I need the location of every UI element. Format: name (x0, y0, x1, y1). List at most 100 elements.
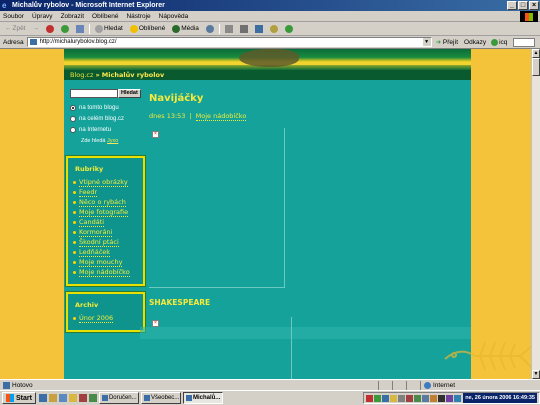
tray-icon[interactable] (438, 394, 446, 402)
post-body: × (149, 128, 285, 288)
minimize-button[interactable]: _ (507, 1, 517, 10)
back-button[interactable]: ← Zpět (3, 25, 28, 32)
tray-icon[interactable] (422, 394, 430, 402)
radio-selected-icon (70, 104, 76, 111)
discuss-icon (269, 24, 278, 33)
category-label: Moje fotografie (79, 207, 129, 217)
tray-icon[interactable] (406, 394, 414, 402)
archive-label: Únor 2006 (79, 313, 114, 323)
messenger-button[interactable] (283, 24, 295, 33)
links-button[interactable]: Odkazy (464, 39, 486, 46)
task-label: Doručen... (108, 395, 137, 401)
tray-icon[interactable] (430, 394, 438, 402)
favorites-button[interactable]: Oblíbené (128, 24, 167, 33)
system-tray: ne, 26 února 2006 16:49:35 (363, 392, 540, 404)
scroll-up-icon[interactable]: ▲ (532, 49, 540, 58)
category-item[interactable]: Škodní ptáci (73, 237, 143, 247)
taskbar-item-browser[interactable]: Michalů... (182, 392, 223, 404)
go-button[interactable]: ➜ Přejít (436, 38, 458, 46)
history-button[interactable] (204, 24, 216, 33)
forward-button[interactable]: → (31, 25, 42, 32)
category-item[interactable]: Vtipné obrázky (73, 177, 143, 187)
tray-icon[interactable] (390, 394, 398, 402)
post-title[interactable]: Navijáčky (149, 93, 203, 104)
category-item[interactable]: Něco o rybách (73, 197, 143, 207)
blog-page: Blog.cz » Michalův rybolov Hledat na tom… (64, 49, 471, 379)
bullet-icon (73, 240, 76, 244)
toolbar: ← Zpět → Hledat Oblíbené Média (0, 22, 540, 36)
media-button[interactable]: Média (170, 24, 201, 33)
outlook-quicklaunch-icon[interactable] (48, 394, 57, 402)
tray-icon[interactable] (454, 394, 462, 402)
search-button[interactable]: Hledat (93, 24, 125, 33)
clock[interactable]: ne, 26 února 2006 16:49:35 (463, 393, 537, 403)
home-button[interactable] (74, 24, 86, 33)
ie-quicklaunch-icon[interactable] (38, 394, 47, 402)
menu-nastroje[interactable]: Nástroje (126, 13, 150, 20)
tray-icon[interactable] (382, 394, 390, 402)
folder-quicklaunch-icon[interactable] (68, 394, 77, 402)
post-category-link[interactable]: Moje nádobíčko (195, 112, 247, 121)
blog-search-input[interactable] (70, 89, 118, 98)
icq-search-field[interactable] (513, 37, 536, 47)
maximize-button[interactable]: □ (518, 1, 528, 10)
refresh-button[interactable] (59, 24, 71, 33)
address-dropdown-icon[interactable]: ▼ (422, 38, 431, 46)
category-item[interactable]: Feedr (73, 187, 143, 197)
stop-button[interactable] (44, 24, 56, 33)
menu-upravy[interactable]: Úpravy (32, 13, 53, 20)
history-icon (205, 24, 214, 33)
taskbar-item-mail[interactable]: Doručen... (98, 392, 139, 404)
edit-button[interactable] (253, 24, 265, 33)
breadcrumb-separator: » (95, 71, 100, 79)
menu-bar: Soubor Úpravy Zobrazit Oblíbené Nástroje… (0, 11, 540, 22)
category-item[interactable]: Kormoráni (73, 227, 143, 237)
page-done-icon (3, 381, 10, 389)
jyxo-link[interactable]: Jyxo (107, 138, 118, 144)
menu-soubor[interactable]: Soubor (3, 13, 24, 20)
tray-icon[interactable] (398, 394, 406, 402)
category-item[interactable]: Ledňáček (73, 247, 143, 257)
mail-button[interactable] (223, 24, 235, 33)
tray-icon[interactable] (366, 394, 374, 402)
tray-icon[interactable] (446, 394, 454, 402)
window-title: Michalův rybolov - Microsoft Internet Ex… (12, 2, 165, 9)
address-url: http://michalurybolov.blog.cz/ (39, 39, 117, 45)
hint-text: Zde hledá (81, 138, 106, 144)
tray-icon[interactable] (374, 394, 382, 402)
radio-label: na tomto blogu (79, 104, 119, 111)
quick-launch (38, 394, 97, 402)
breadcrumb-blog-link[interactable]: Michalův rybolov (102, 71, 164, 79)
category-item[interactable]: Candáti (73, 217, 143, 227)
start-button[interactable]: Start (2, 392, 36, 404)
discuss-button[interactable] (268, 24, 280, 33)
print-button[interactable] (238, 24, 250, 33)
archive-title: Archiv (75, 301, 99, 309)
category-item[interactable]: Moje nádobíčko (73, 267, 143, 277)
menu-zobrazit[interactable]: Zobrazit (61, 13, 84, 20)
fish-skeleton-icon (444, 341, 533, 371)
category-item[interactable]: Moje mouchy (73, 257, 143, 267)
category-item[interactable]: Moje fotografie (73, 207, 143, 217)
taskbar-item-general[interactable]: Všeobec... (140, 392, 181, 404)
scroll-thumb[interactable] (532, 58, 540, 76)
breadcrumb-site-link[interactable]: Blog.cz (70, 71, 93, 79)
radio-internet[interactable]: na Internetu (70, 124, 124, 135)
radio-all-blogcz[interactable]: na celém blog.cz (70, 113, 124, 124)
desktop-quicklaunch-icon[interactable] (58, 394, 67, 402)
tray-icon[interactable] (414, 394, 422, 402)
close-button[interactable]: × (529, 1, 539, 10)
scroll-down-icon[interactable]: ▼ (532, 370, 540, 379)
blog-search-button[interactable]: Hledat (118, 89, 141, 98)
app-quicklaunch-icon[interactable] (88, 394, 97, 402)
archive-item[interactable]: Únor 2006 (73, 313, 143, 323)
vertical-scrollbar[interactable]: ▲ ▼ (531, 49, 540, 379)
app-quicklaunch-icon[interactable] (78, 394, 87, 402)
address-input[interactable]: http://michalurybolov.blog.cz/ ▼ (26, 37, 432, 47)
menu-oblibene[interactable]: Oblíbené (92, 13, 118, 20)
icq-toolbar[interactable]: icq (491, 38, 507, 46)
menu-napoveda[interactable]: Nápověda (159, 13, 189, 20)
radio-this-blog[interactable]: na tomto blogu (70, 102, 124, 113)
mail-icon (224, 24, 233, 33)
category-label: Ledňáček (79, 247, 111, 257)
